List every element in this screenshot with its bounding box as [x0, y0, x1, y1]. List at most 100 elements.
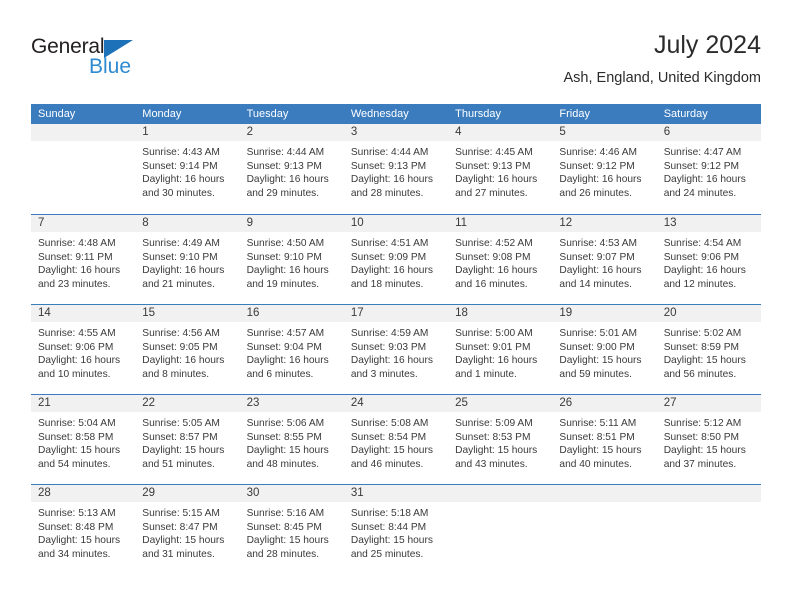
day-number: 10	[343, 215, 449, 232]
calendar-day-cell[interactable]: 12 Sunrise: 4:53 AM Sunset: 9:07 PM Dayligh…	[552, 215, 657, 304]
day-number: 12	[552, 215, 657, 232]
calendar-day-cell[interactable]: 14 Sunrise: 4:55 AM Sunset: 9:06 PM Dayligh…	[31, 305, 136, 394]
calendar-day-cell[interactable]: 21 Sunrise: 5:04 AM Sunset: 8:58 PM Dayligh…	[31, 395, 136, 484]
sunrise-text: Sunrise: 5:04 AM	[38, 418, 116, 429]
day-number: 1	[135, 124, 240, 141]
day-number: 2	[239, 124, 344, 141]
daylight-text: Daylight: 16 hours	[350, 355, 433, 367]
calendar-day-cell[interactable]: 19 Sunrise: 5:01 AM Sunset: 9:00 PM Dayligh…	[552, 305, 657, 394]
sunrise-text: Sunrise: 4:59 AM	[350, 328, 429, 339]
daylight-text-cont: and 16 minutes.	[455, 278, 528, 290]
sunset-text: Sunset: 9:12 PM	[663, 160, 740, 172]
calendar-day-cell[interactable]: 25 Sunrise: 5:09 AM Sunset: 8:53 PM Dayligh…	[448, 395, 553, 484]
calendar-day-cell[interactable]: 9 Sunrise: 4:50 AM Sunset: 9:10 PM Daylight…	[239, 215, 344, 304]
daylight-text: Daylight: 15 hours	[559, 355, 642, 367]
sunrise-text: Sunrise: 4:43 AM	[142, 147, 220, 158]
daylight-text-cont: and 21 minutes.	[142, 278, 215, 290]
daylight-text: Daylight: 15 hours	[350, 535, 433, 547]
day-details: Sunrise: 5:18 AM Sunset: 8:44 PM Daylight:…	[344, 502, 448, 561]
calendar-day-cell-empty	[656, 485, 761, 574]
calendar-day-cell[interactable]: 22 Sunrise: 5:05 AM Sunset: 8:57 PM Dayligh…	[135, 395, 240, 484]
daylight-text-cont: and 29 minutes.	[246, 187, 320, 199]
day-details: Sunrise: 4:43 AM Sunset: 9:14 PM Daylight:…	[135, 141, 239, 200]
sunset-text: Sunset: 9:00 PM	[559, 341, 635, 353]
calendar-day-cell[interactable]: 17 Sunrise: 4:59 AM Sunset: 9:03 PM Dayligh…	[343, 305, 449, 394]
day-number: 11	[448, 215, 553, 232]
daylight-text: Daylight: 16 hours	[559, 174, 642, 186]
calendar-day-cell[interactable]: 28 Sunrise: 5:13 AM Sunset: 8:48 PM Dayligh…	[31, 485, 136, 574]
sunrise-text: Sunrise: 5:05 AM	[142, 418, 220, 429]
calendar-day-cell[interactable]: 15 Sunrise: 4:56 AM Sunset: 9:05 PM Dayligh…	[135, 305, 240, 394]
calendar-day-cell[interactable]: 30 Sunrise: 5:16 AM Sunset: 8:45 PM Dayligh…	[239, 485, 344, 574]
daylight-text: Daylight: 16 hours	[455, 174, 538, 186]
calendar-day-cell[interactable]: 11 Sunrise: 4:52 AM Sunset: 9:08 PM Dayligh…	[448, 215, 553, 304]
daylight-text: Daylight: 16 hours	[246, 174, 329, 186]
calendar-day-cell[interactable]: 6 Sunrise: 4:47 AM Sunset: 9:12 PM Daylight…	[656, 124, 761, 214]
daylight-text-cont: and 40 minutes.	[559, 458, 632, 470]
calendar-day-cell[interactable]: 16 Sunrise: 4:57 AM Sunset: 9:04 PM Dayligh…	[239, 305, 344, 394]
calendar-weekday-header-row: Sunday Monday Tuesday Wednesday Thursday Frid…	[31, 104, 761, 124]
calendar-day-cell[interactable]: 8 Sunrise: 4:49 AM Sunset: 9:10 PM Daylight…	[135, 215, 240, 304]
daylight-text-cont: and 27 minutes.	[455, 187, 528, 199]
calendar-day-cell[interactable]: 26 Sunrise: 5:11 AM Sunset: 8:51 PM Dayligh…	[552, 395, 657, 484]
sunset-text: Sunset: 9:01 PM	[455, 341, 531, 353]
calendar-day-cell[interactable]: 10 Sunrise: 4:51 AM Sunset: 9:09 PM Dayligh…	[343, 215, 449, 304]
sunrise-text: Sunrise: 4:47 AM	[663, 147, 742, 158]
sunset-text: Sunset: 9:10 PM	[142, 251, 218, 263]
day-number: 3	[343, 124, 449, 141]
calendar-week-row: 1 Sunrise: 4:43 AM Sunset: 9:14 PM Daylight…	[31, 124, 761, 214]
sunset-text: Sunset: 8:50 PM	[663, 431, 740, 443]
calendar-day-cell[interactable]: 2 Sunrise: 4:44 AM Sunset: 9:13 PM Daylight…	[239, 124, 344, 214]
daylight-text: Daylight: 15 hours	[559, 445, 642, 457]
day-details: Sunrise: 4:45 AM Sunset: 9:13 PM Daylight:…	[448, 141, 552, 200]
day-number: 6	[656, 124, 761, 141]
calendar-day-cell-empty	[448, 485, 553, 574]
day-number: 13	[656, 215, 761, 232]
calendar-day-cell[interactable]: 7 Sunrise: 4:48 AM Sunset: 9:11 PM Daylight…	[31, 215, 136, 304]
day-details: Sunrise: 4:54 AM Sunset: 9:06 PM Daylight:…	[657, 232, 761, 291]
calendar-week-row: 14 Sunrise: 4:55 AM Sunset: 9:06 PM Dayligh…	[31, 304, 761, 394]
sunrise-text: Sunrise: 5:06 AM	[246, 418, 325, 429]
day-details: Sunrise: 5:12 AM Sunset: 8:50 PM Daylight:…	[657, 412, 761, 471]
daylight-text: Daylight: 15 hours	[142, 445, 225, 457]
calendar-day-cell[interactable]: 3 Sunrise: 4:44 AM Sunset: 9:13 PM Daylight…	[343, 124, 449, 214]
daylight-text: Daylight: 15 hours	[663, 355, 746, 367]
sunset-text: Sunset: 8:55 PM	[246, 431, 322, 443]
calendar-day-cell[interactable]: 18 Sunrise: 5:00 AM Sunset: 9:01 PM Dayligh…	[448, 305, 553, 394]
day-number: 31	[343, 485, 449, 502]
daylight-text-cont: and 3 minutes.	[350, 368, 418, 380]
sunset-text: Sunset: 9:08 PM	[455, 251, 531, 263]
calendar-day-cell[interactable]: 31 Sunrise: 5:18 AM Sunset: 8:44 PM Dayligh…	[343, 485, 449, 574]
daylight-text-cont: and 6 minutes.	[246, 368, 314, 380]
sunset-text: Sunset: 8:45 PM	[246, 521, 322, 533]
calendar-page: General Blue July 2024 Ash, England, Uni…	[0, 0, 792, 612]
calendar-day-cell[interactable]: 29 Sunrise: 5:15 AM Sunset: 8:47 PM Dayligh…	[135, 485, 240, 574]
daylight-text: Daylight: 16 hours	[559, 265, 642, 277]
sunset-text: Sunset: 8:48 PM	[38, 521, 114, 533]
daylight-text: Daylight: 16 hours	[663, 265, 746, 277]
calendar-day-cell[interactable]: 24 Sunrise: 5:08 AM Sunset: 8:54 PM Dayligh…	[343, 395, 449, 484]
sunrise-text: Sunrise: 5:18 AM	[350, 508, 429, 519]
calendar-day-cell[interactable]: 23 Sunrise: 5:06 AM Sunset: 8:55 PM Dayligh…	[239, 395, 344, 484]
calendar-day-cell[interactable]: 20 Sunrise: 5:02 AM Sunset: 8:59 PM Dayligh…	[656, 305, 761, 394]
day-number: 8	[135, 215, 240, 232]
calendar-day-cell[interactable]: 4 Sunrise: 4:45 AM Sunset: 9:13 PM Daylight…	[448, 124, 553, 214]
sunset-text: Sunset: 8:58 PM	[38, 431, 114, 443]
calendar-day-cell[interactable]: 27 Sunrise: 5:12 AM Sunset: 8:50 PM Dayligh…	[656, 395, 761, 484]
day-details: Sunrise: 5:13 AM Sunset: 8:48 PM Daylight:…	[31, 502, 135, 561]
daylight-text: Daylight: 15 hours	[246, 445, 329, 457]
day-number: 25	[448, 395, 553, 412]
day-number: 4	[448, 124, 553, 141]
daylight-text-cont: and 23 minutes.	[38, 278, 111, 290]
day-details: Sunrise: 4:52 AM Sunset: 9:08 PM Daylight:…	[448, 232, 552, 291]
day-details: Sunrise: 4:51 AM Sunset: 9:09 PM Daylight:…	[344, 232, 448, 291]
sunset-text: Sunset: 8:53 PM	[455, 431, 531, 443]
sunset-text: Sunset: 8:59 PM	[663, 341, 740, 353]
day-details: Sunrise: 5:04 AM Sunset: 8:58 PM Daylight:…	[31, 412, 135, 471]
day-details: Sunrise: 4:44 AM Sunset: 9:13 PM Daylight:…	[240, 141, 344, 200]
calendar-day-cell[interactable]: 1 Sunrise: 4:43 AM Sunset: 9:14 PM Daylight…	[135, 124, 240, 214]
calendar-day-cell[interactable]: 13 Sunrise: 4:54 AM Sunset: 9:06 PM Dayligh…	[656, 215, 761, 304]
calendar-day-cell-empty	[31, 124, 136, 214]
calendar-day-cell[interactable]: 5 Sunrise: 4:46 AM Sunset: 9:12 PM Daylight…	[552, 124, 657, 214]
daylight-text-cont: and 46 minutes.	[350, 458, 424, 470]
